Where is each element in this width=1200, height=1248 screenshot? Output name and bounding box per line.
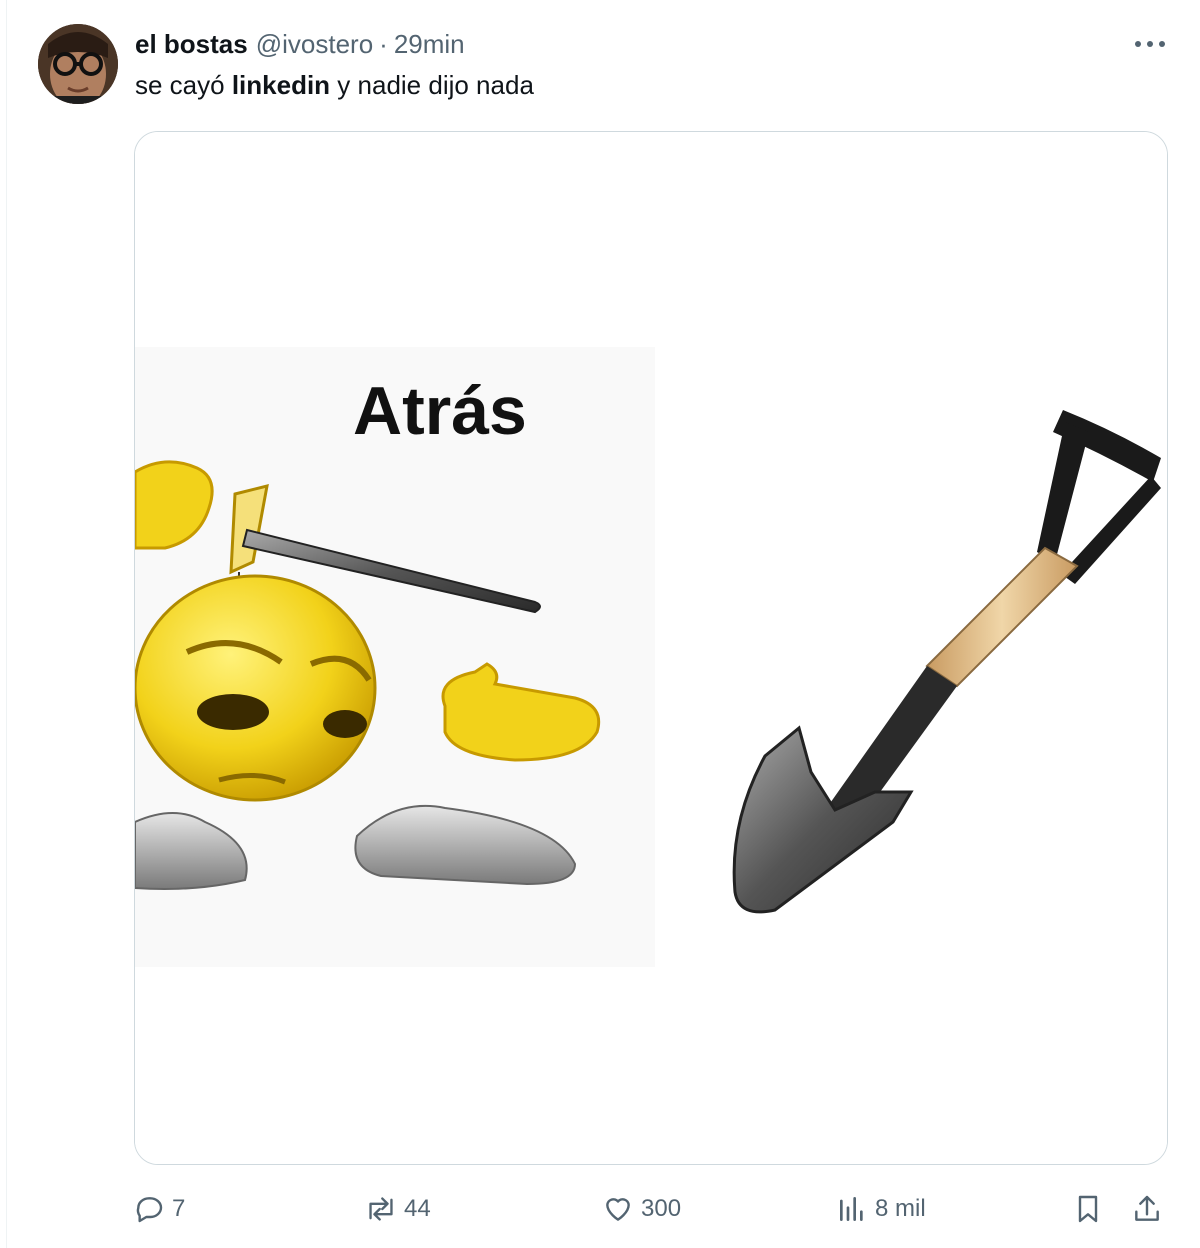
reply-icon <box>132 1192 166 1226</box>
bar-chart-icon <box>835 1192 869 1226</box>
like-count: 300 <box>641 1195 682 1222</box>
tweet-text-before: se cayó <box>135 70 232 100</box>
meme-caption: Atrás <box>353 373 527 449</box>
bookmark-icon <box>1071 1192 1105 1226</box>
timestamp[interactable]: 29min <box>394 29 465 60</box>
reply-count: 7 <box>172 1195 186 1222</box>
bookmark-button[interactable] <box>1071 1186 1111 1232</box>
view-count: 8 mil <box>875 1195 926 1222</box>
tweet-text: se cayó linkedin y nadie dijo nada <box>135 70 534 101</box>
repost-icon <box>364 1192 398 1226</box>
action-bar: 7 44 300 8 mil <box>0 1186 1200 1232</box>
repost-button[interactable]: 44 <box>364 1186 431 1232</box>
author-handle[interactable]: @ivostero <box>256 29 373 60</box>
tweet-header: el bostas @ivostero · 29min <box>135 26 465 62</box>
heart-icon <box>601 1192 635 1226</box>
author-name[interactable]: el bostas <box>135 29 248 60</box>
tweet-text-after: y nadie dijo nada <box>330 70 534 100</box>
views-button[interactable]: 8 mil <box>835 1186 926 1232</box>
timeline-border <box>6 0 7 1248</box>
emoji-face <box>135 574 377 802</box>
share-icon <box>1130 1192 1164 1226</box>
tweet-media[interactable]: Atrás <box>134 131 1168 1165</box>
separator-dot: · <box>379 28 388 59</box>
more-horizontal-icon <box>1135 41 1165 47</box>
share-button[interactable] <box>1130 1186 1170 1232</box>
reply-button[interactable]: 7 <box>132 1186 185 1232</box>
meme-image: Atrás <box>135 132 1167 1164</box>
tweet-text-bold: linkedin <box>231 70 331 100</box>
avatar[interactable] <box>38 24 118 104</box>
like-button[interactable]: 300 <box>601 1186 681 1232</box>
more-button[interactable] <box>1128 28 1172 60</box>
repost-count: 44 <box>404 1195 431 1222</box>
